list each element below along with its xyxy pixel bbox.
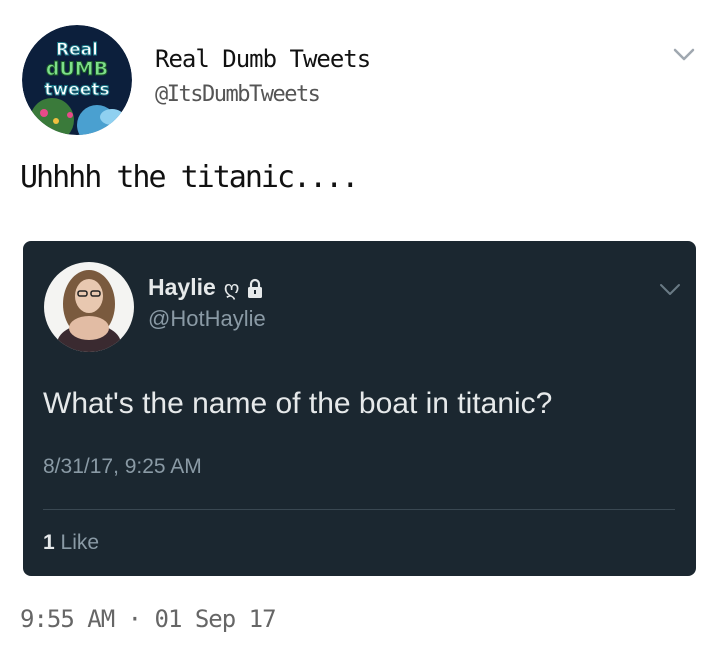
quoted-tweet[interactable]: Haylie ღ @HotHaylie What's the name of t…: [23, 241, 696, 576]
lock-icon: [247, 278, 262, 298]
tweet-timestamp[interactable]: 9:55 AM · 01 Sep 17: [20, 605, 277, 633]
chevron-down-icon[interactable]: [659, 283, 681, 297]
tweet: Real dUMB tweets Real Dumb Tweets @ItsDu…: [0, 0, 720, 662]
author-name[interactable]: Real Dumb Tweets: [155, 45, 371, 73]
avatar-photo: [44, 262, 134, 352]
svg-text:Real: Real: [56, 40, 98, 60]
quoted-handle[interactable]: @HotHaylie: [148, 306, 266, 332]
tweet-text: Uhhhh the titanic....: [20, 160, 359, 195]
quoted-name-row: Haylie ღ: [148, 274, 264, 301]
author-handle[interactable]: @ItsDumbTweets: [155, 82, 321, 107]
like-label: Like: [60, 531, 100, 554]
quoted-avatar[interactable]: [44, 262, 134, 352]
chevron-down-icon[interactable]: [673, 48, 695, 62]
avatar[interactable]: Real dUMB tweets: [22, 25, 132, 135]
divider: [43, 509, 675, 510]
quoted-date[interactable]: 8/31/17, 9:25 AM: [43, 455, 202, 479]
like-count[interactable]: 1 Like: [43, 531, 99, 555]
like-count-number: 1: [43, 531, 55, 554]
svg-text:tweets: tweets: [44, 80, 109, 100]
real-dumb-tweets-logo: Real dUMB tweets: [22, 25, 132, 135]
heart-symbol: ღ: [223, 275, 240, 300]
svg-text:dUMB: dUMB: [46, 58, 108, 80]
quoted-name[interactable]: Haylie: [148, 274, 216, 301]
quoted-text: What's the name of the boat in titanic?: [43, 387, 553, 420]
